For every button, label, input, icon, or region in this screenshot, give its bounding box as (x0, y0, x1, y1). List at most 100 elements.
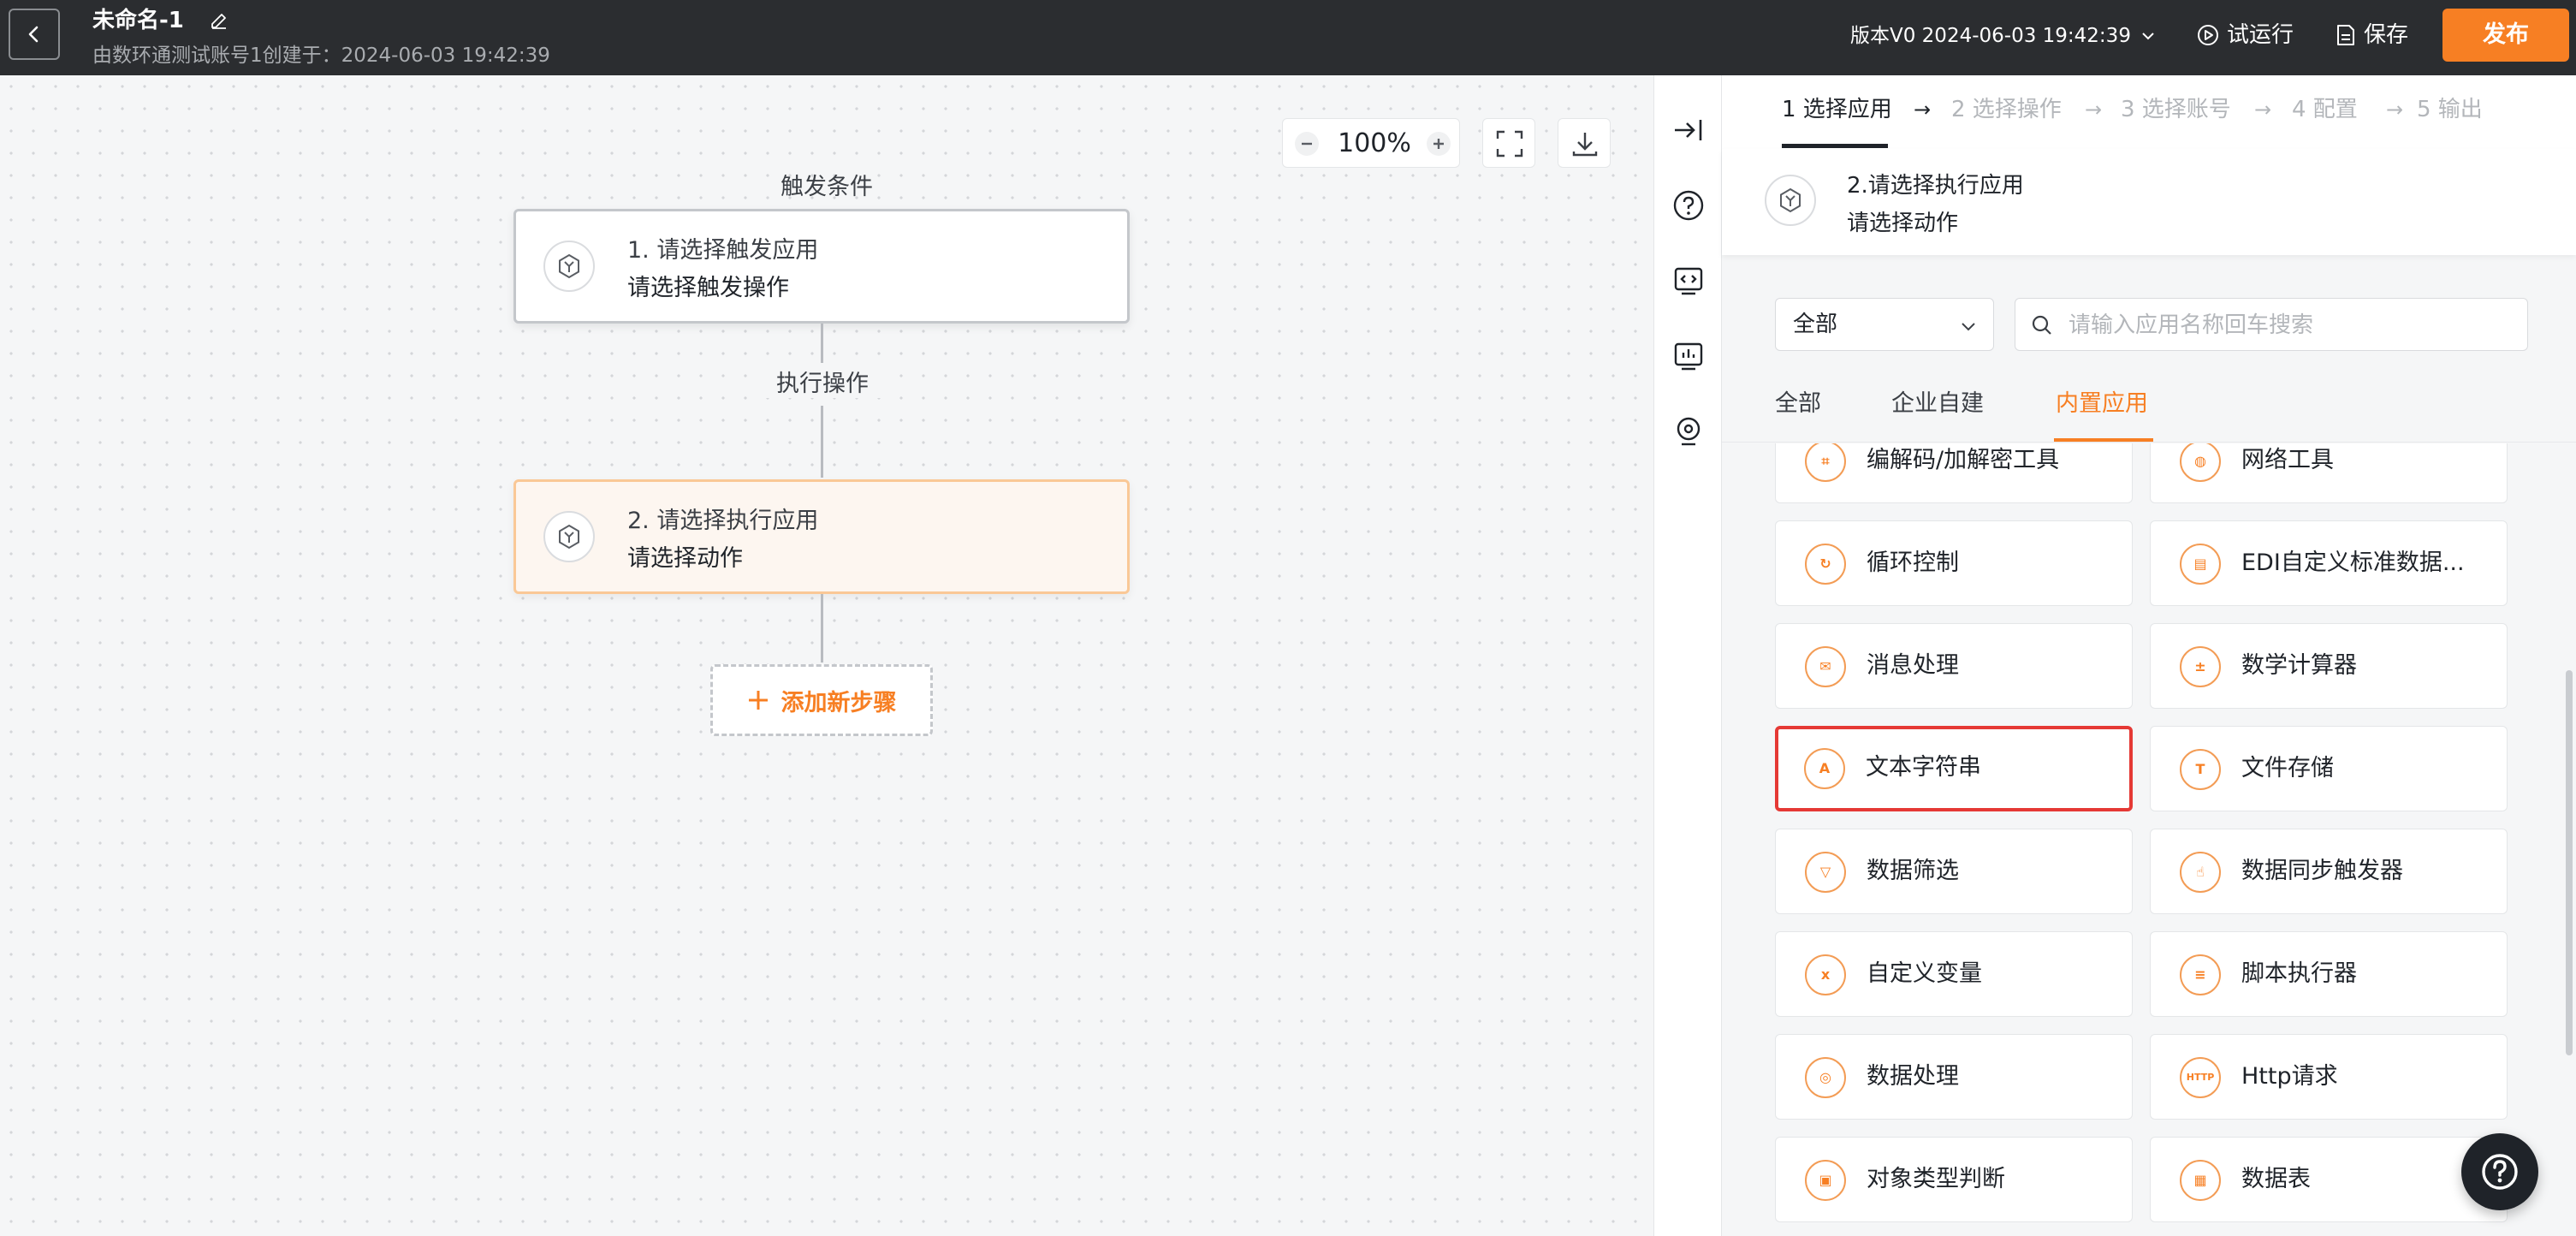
app-card[interactable]: ✉ 消息处理 (1775, 623, 2133, 709)
search-input[interactable] (2067, 307, 2515, 343)
app-card-label: 数据处理 (1867, 1063, 1959, 1090)
app-card-label: 自定义变量 (1867, 960, 1982, 987)
location-icon[interactable] (1671, 414, 1706, 449)
app-card[interactable]: ▤ EDI自定义标准数据... (2150, 520, 2508, 606)
app-card-label: 对象类型判断 (1867, 1166, 2005, 1192)
action-node[interactable]: 2. 请选择执行应用 请选择动作 (513, 479, 1130, 594)
selected-app-name: 2.请选择执行应用 (1847, 173, 2024, 199)
app-card[interactable]: x 自定义变量 (1775, 931, 2133, 1017)
app-card-label: Http请求 (2241, 1063, 2338, 1090)
code-icon[interactable] (1671, 264, 1706, 298)
category-select[interactable]: 全部 (1775, 298, 1994, 351)
step-config[interactable]: 4 配置 (2292, 92, 2358, 127)
zoom-out-button[interactable] (1295, 132, 1319, 156)
app-card[interactable]: ▽ 数据筛选 (1775, 829, 2133, 914)
chevron-down-icon (1962, 323, 1975, 331)
app-card-label: 文件存储 (2241, 755, 2334, 781)
app-card[interactable]: ≡ 脚本执行器 (2150, 931, 2508, 1017)
selected-app-action: 请选择动作 (1847, 211, 1959, 236)
trigger-node[interactable]: 1. 请选择触发应用 请选择触发操作 (513, 209, 1130, 324)
add-step-label: 添加新步骤 (781, 689, 897, 716)
app-card[interactable]: ▣ 对象类型判断 (1775, 1137, 2133, 1222)
app-card-label: 数据表 (2241, 1166, 2311, 1192)
help-icon[interactable] (1671, 188, 1706, 223)
fullscreen-icon (1496, 130, 1523, 157)
app-card[interactable]: ◍ 网络工具 (2150, 443, 2508, 503)
app-card-label: 网络工具 (2241, 447, 2334, 473)
download-button[interactable] (1558, 118, 1611, 168)
app-card[interactable]: T 文件存储 (2150, 726, 2508, 811)
app-card[interactable]: HTTP Http请求 (2150, 1034, 2508, 1120)
action-node-sub: 请选择动作 (627, 545, 743, 572)
selected-app-info: 2.请选择执行应用 请选择动作 (1722, 149, 2576, 255)
help-icon (2482, 1154, 2518, 1190)
back-button[interactable] (9, 9, 60, 60)
step-select-app[interactable]: 1 选择应用 (1782, 92, 1892, 127)
side-toolbar (1653, 75, 1722, 1236)
calculator-icon: ± (2180, 646, 2221, 687)
arrow-right-icon: → (1914, 98, 1932, 122)
version-select[interactable]: 版本V0 2024-06-03 19:42:39 (1850, 21, 2157, 51)
action-node-title: 2. 请选择执行应用 (627, 508, 819, 534)
download-icon (1572, 133, 1598, 157)
app-card[interactable]: ± 数学计算器 (2150, 623, 2508, 709)
connector-line (821, 594, 823, 663)
app-placeholder-icon (543, 241, 595, 292)
app-card[interactable]: ☝ 数据同步触发器 (2150, 829, 2508, 914)
tab-builtin-apps[interactable]: 内置应用 (2056, 387, 2148, 421)
save-icon (2337, 25, 2354, 45)
app-card-label: 文本字符串 (1866, 754, 1981, 781)
trial-run-button[interactable]: 试运行 (2196, 19, 2294, 51)
tab-all[interactable]: 全部 (1775, 387, 1821, 421)
variable-icon: x (1805, 954, 1846, 995)
globe-icon: ◍ (2180, 443, 2221, 482)
app-card[interactable]: ↻ 循环控制 (1775, 520, 2133, 606)
http-icon: HTTP (2180, 1057, 2221, 1098)
app-card-label: 数学计算器 (2241, 652, 2357, 679)
chevron-left-icon (28, 26, 39, 43)
app-card[interactable]: ▦ 数据表 (2150, 1137, 2508, 1222)
flow-title: 未命名-1 (92, 8, 184, 33)
flow-canvas[interactable]: 100% 触发条件 1. 请选择触发应用 请选择触发操作 执行操作 2. 请选择… (0, 75, 1653, 1236)
trial-run-label: 试运行 (2227, 22, 2294, 48)
filter-icon: ▽ (1805, 852, 1846, 893)
app-card-label: 编解码/加解密工具 (1867, 447, 2060, 473)
zoom-level: 100% (1338, 128, 1411, 158)
trigger-node-title: 1. 请选择触发应用 (627, 237, 819, 264)
play-icon (2198, 25, 2218, 45)
collapse-panel-icon[interactable] (1671, 113, 1706, 147)
trigger-label: 触发条件 (781, 174, 873, 200)
step-select-account[interactable]: 3 选择账号 (2121, 92, 2231, 127)
zoom-in-button[interactable] (1427, 132, 1451, 156)
help-float-button[interactable] (2461, 1133, 2538, 1210)
arrow-right-icon: → (2254, 98, 2272, 122)
plus-icon (748, 691, 768, 710)
app-card[interactable]: ⌗ 编解码/加解密工具 (1775, 443, 2133, 503)
edi-icon: ▤ (2180, 544, 2221, 585)
app-card[interactable]: ◎ 数据处理 (1775, 1034, 2133, 1120)
app-search[interactable] (2015, 298, 2528, 351)
category-value: 全部 (1793, 312, 1838, 337)
app-card-label: 脚本执行器 (2241, 960, 2357, 987)
publish-button[interactable]: 发布 (2442, 9, 2569, 62)
app-placeholder-icon (1765, 175, 1816, 226)
step-select-operation[interactable]: 2 选择操作 (1951, 92, 2062, 127)
connector-line (821, 324, 823, 363)
message-icon: ✉ (1805, 646, 1846, 687)
monitor-icon[interactable] (1671, 339, 1706, 373)
app-list-scrollbar[interactable] (2566, 670, 2573, 1055)
version-label: 版本V0 2024-06-03 19:42:39 (1850, 25, 2131, 47)
top-header: 未命名-1 由数环通测试账号1创建于：2024-06-03 19:42:39 版… (0, 0, 2576, 75)
creator-info: 由数环通测试账号1创建于：2024-06-03 19:42:39 (92, 45, 550, 67)
fullscreen-button[interactable] (1482, 118, 1535, 168)
tab-enterprise-built[interactable]: 企业自建 (1891, 387, 1984, 421)
add-step-button[interactable]: 添加新步骤 (710, 664, 933, 736)
loop-icon: ↻ (1805, 544, 1846, 585)
step-output[interactable]: 5 输出 (2417, 92, 2483, 127)
exec-label: 执行操作 (758, 365, 887, 398)
save-button[interactable]: 保存 (2335, 19, 2408, 51)
search-icon (2032, 315, 2051, 335)
script-icon: ≡ (2180, 954, 2221, 995)
app-card-selected[interactable]: A 文本字符串 (1775, 726, 2133, 811)
edit-title-icon[interactable] (209, 10, 229, 34)
